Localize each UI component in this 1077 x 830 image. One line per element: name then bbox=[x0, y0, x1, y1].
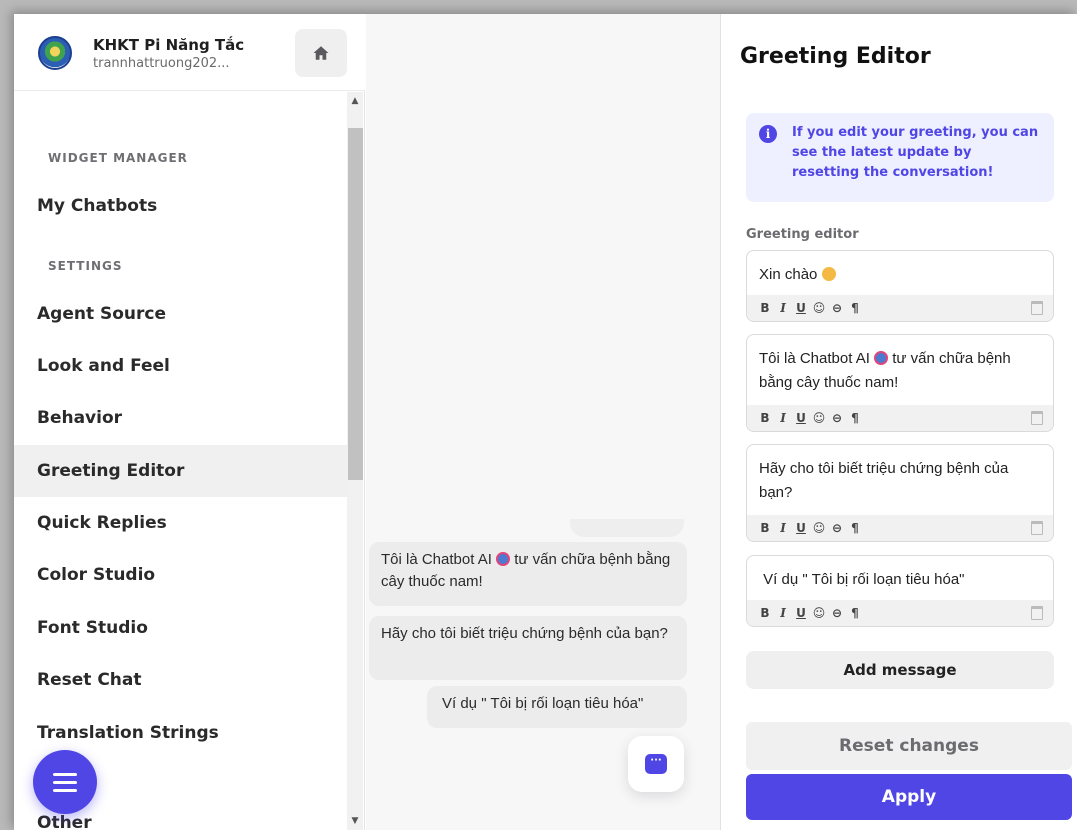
italic-button[interactable]: I bbox=[775, 606, 791, 620]
home-button[interactable] bbox=[295, 29, 347, 77]
message-text-field[interactable]: Xin chào bbox=[747, 251, 1053, 287]
chat-launcher-button[interactable]: ··· bbox=[628, 736, 684, 792]
bot-message: Tôi là Chatbot AI tư vấn chữa bệnh bằng … bbox=[369, 542, 687, 606]
message-text: Tôi là Chatbot AI bbox=[381, 551, 492, 568]
sidebar: KHKT Pi Năng Tắc trannhattruong202... WI… bbox=[14, 14, 365, 830]
sidebar-item-greeting-editor[interactable]: Greeting Editor bbox=[14, 445, 347, 497]
sidebar-item-behavior[interactable]: Behavior bbox=[14, 392, 347, 444]
sidebar-header: KHKT Pi Năng Tắc trannhattruong202... bbox=[14, 14, 365, 91]
app-name: KHKT Pi Năng Tắc bbox=[93, 36, 245, 54]
bot-message: Hãy cho tôi biết triệu chứng bệnh của bạ… bbox=[369, 616, 687, 680]
message-bubble-partial bbox=[570, 519, 684, 537]
greeting-editor-label: Greeting editor bbox=[746, 227, 859, 242]
message-text-field[interactable]: Ví dụ " Tôi bị rối loạn tiêu hóa" bbox=[747, 556, 1053, 592]
underline-button[interactable]: U bbox=[793, 606, 809, 620]
greeting-message-editor[interactable]: Xin chào B I U ☺ ⊖ ¶ bbox=[746, 250, 1054, 322]
sidebar-item-agent-source[interactable]: Agent Source bbox=[14, 288, 347, 340]
message-text: Tôi là Chatbot AI bbox=[759, 350, 870, 367]
scroll-down-arrow-icon[interactable]: ▼ bbox=[347, 814, 363, 830]
link-button[interactable]: ⊖ bbox=[829, 521, 845, 535]
bold-button[interactable]: B bbox=[757, 301, 773, 315]
italic-button[interactable]: I bbox=[775, 411, 791, 425]
message-text-field[interactable]: Tôi là Chatbot AI tư vấn chữa bệnh bằng … bbox=[747, 335, 1053, 395]
info-banner: i If you edit your greeting, you can see… bbox=[746, 113, 1054, 202]
page-title: Greeting Editor bbox=[740, 44, 931, 69]
bold-button[interactable]: B bbox=[757, 521, 773, 535]
robot-emoji-icon bbox=[496, 552, 511, 566]
link-button[interactable]: ⊖ bbox=[829, 301, 845, 315]
trash-icon[interactable] bbox=[1031, 411, 1043, 425]
chat-bubble-icon: ··· bbox=[645, 754, 667, 774]
underline-button[interactable]: U bbox=[793, 301, 809, 315]
greeting-message-editor[interactable]: Hãy cho tôi biết triệu chứng bệnh của bạ… bbox=[746, 444, 1054, 542]
emoji-button[interactable]: ☺ bbox=[811, 301, 827, 315]
format-toolbar: B I U ☺ ⊖ ¶ bbox=[747, 405, 1053, 431]
trash-icon[interactable] bbox=[1031, 606, 1043, 620]
sidebar-item-font-studio[interactable]: Font Studio bbox=[14, 602, 347, 654]
apply-button[interactable]: Apply bbox=[746, 774, 1072, 820]
robot-emoji-icon bbox=[874, 351, 889, 365]
menu-fab-button[interactable] bbox=[33, 750, 97, 814]
link-button[interactable]: ⊖ bbox=[829, 411, 845, 425]
app-window: KHKT Pi Năng Tắc trannhattruong202... WI… bbox=[14, 14, 1077, 830]
trash-icon[interactable] bbox=[1031, 301, 1043, 315]
greeting-message-editor[interactable]: Tôi là Chatbot AI tư vấn chữa bệnh bằng … bbox=[746, 334, 1054, 432]
paragraph-button[interactable]: ¶ bbox=[847, 411, 863, 425]
format-toolbar: B I U ☺ ⊖ ¶ bbox=[747, 295, 1053, 321]
chat-preview: Tôi là Chatbot AI tư vấn chữa bệnh bằng … bbox=[366, 14, 721, 830]
user-message: Ví dụ " Tôi bị rối loạn tiêu hóa" bbox=[427, 686, 687, 728]
home-icon bbox=[313, 46, 329, 60]
hamburger-icon bbox=[53, 780, 77, 784]
user-email: trannhattruong202... bbox=[93, 56, 230, 71]
italic-button[interactable]: I bbox=[775, 521, 791, 535]
bold-button[interactable]: B bbox=[757, 411, 773, 425]
waving-hand-emoji-icon bbox=[821, 267, 836, 281]
format-toolbar: B I U ☺ ⊖ ¶ bbox=[747, 600, 1053, 626]
sidebar-item-other[interactable]: Other bbox=[37, 813, 92, 830]
sidebar-item-my-chatbots[interactable]: My Chatbots bbox=[14, 180, 347, 232]
message-text: Xin chào bbox=[759, 266, 818, 283]
sidebar-nav: WIDGET MANAGER My Chatbots SETTINGS Agen… bbox=[14, 92, 347, 830]
app-logo bbox=[38, 36, 72, 70]
underline-button[interactable]: U bbox=[793, 411, 809, 425]
emoji-button[interactable]: ☺ bbox=[811, 411, 827, 425]
message-text-field[interactable]: Hãy cho tôi biết triệu chứng bệnh của bạ… bbox=[747, 445, 1053, 505]
info-text: If you edit your greeting, you can see t… bbox=[792, 125, 1039, 180]
sidebar-item-quick-replies[interactable]: Quick Replies bbox=[14, 497, 347, 549]
sidebar-item-look-and-feel[interactable]: Look and Feel bbox=[14, 340, 347, 392]
link-button[interactable]: ⊖ bbox=[829, 606, 845, 620]
info-icon: i bbox=[759, 125, 777, 143]
sidebar-item-reset-chat[interactable]: Reset Chat bbox=[14, 654, 347, 706]
add-message-button[interactable]: Add message bbox=[746, 651, 1054, 689]
emoji-button[interactable]: ☺ bbox=[811, 521, 827, 535]
format-toolbar: B I U ☺ ⊖ ¶ bbox=[747, 515, 1053, 541]
sidebar-scrollbar[interactable]: ▲ ▼ bbox=[347, 92, 363, 830]
paragraph-button[interactable]: ¶ bbox=[847, 521, 863, 535]
bold-button[interactable]: B bbox=[757, 606, 773, 620]
emoji-button[interactable]: ☺ bbox=[811, 606, 827, 620]
greeting-message-editor[interactable]: Ví dụ " Tôi bị rối loạn tiêu hóa" B I U … bbox=[746, 555, 1054, 627]
reset-changes-button[interactable]: Reset changes bbox=[746, 722, 1072, 770]
section-widget-manager: WIDGET MANAGER bbox=[48, 151, 188, 165]
trash-icon[interactable] bbox=[1031, 521, 1043, 535]
scroll-up-arrow-icon[interactable]: ▲ bbox=[347, 92, 363, 108]
underline-button[interactable]: U bbox=[793, 521, 809, 535]
section-settings: SETTINGS bbox=[48, 259, 123, 273]
paragraph-button[interactable]: ¶ bbox=[847, 606, 863, 620]
greeting-editor-panel: Greeting Editor i If you edit your greet… bbox=[722, 14, 1077, 830]
scrollbar-thumb[interactable] bbox=[348, 128, 363, 480]
italic-button[interactable]: I bbox=[775, 301, 791, 315]
sidebar-item-color-studio[interactable]: Color Studio bbox=[14, 549, 347, 601]
paragraph-button[interactable]: ¶ bbox=[847, 301, 863, 315]
